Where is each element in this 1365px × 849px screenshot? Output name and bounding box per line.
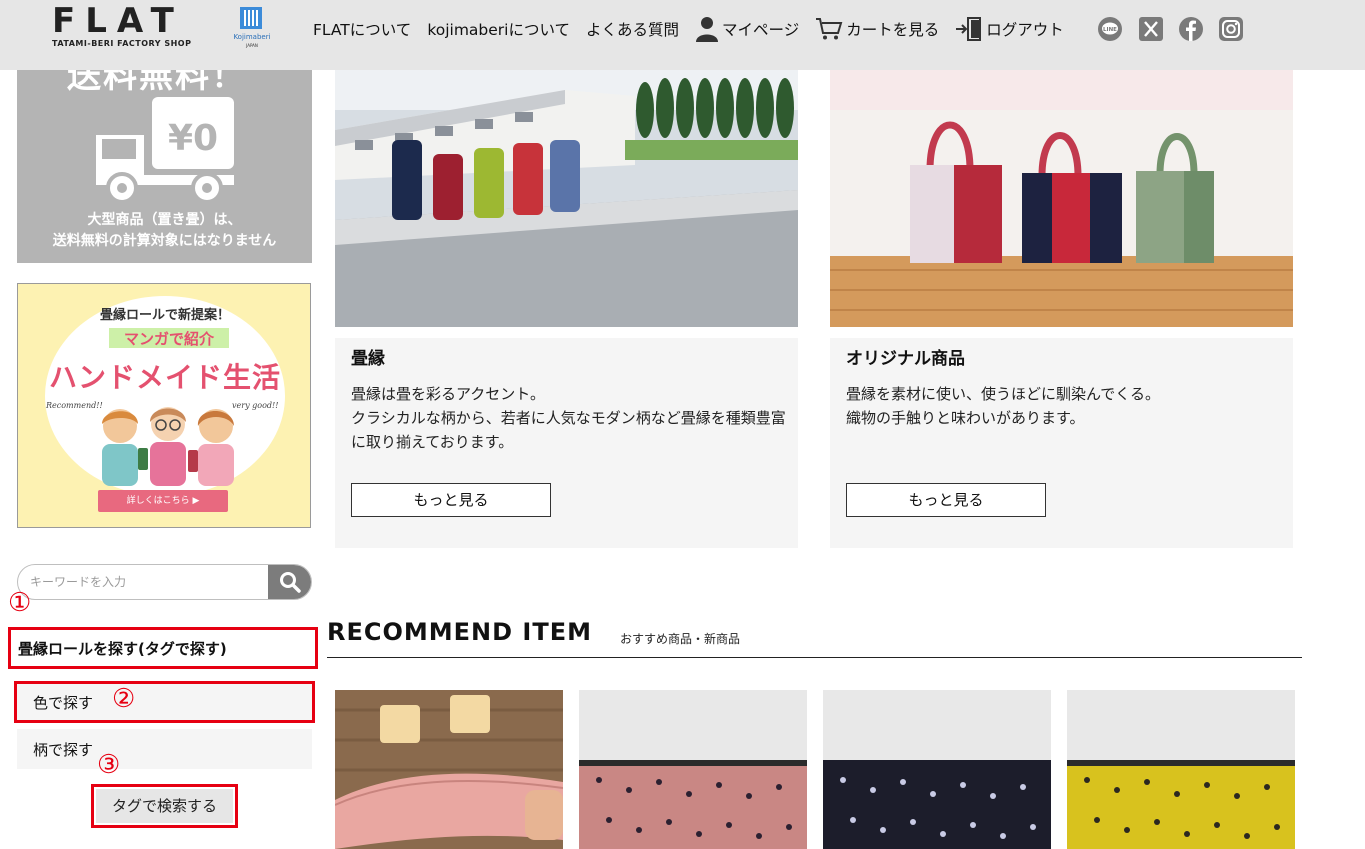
card-description: 畳縁は畳を彩るアクセント。 クラシカルな柄から、若者に人気なモダン柄など畳縁を種… [351,382,791,454]
user-icon [696,17,719,42]
tatamiberi-more-button[interactable]: もっと見る [351,483,551,517]
logo-subtitle: TATAMI-BERI FACTORY SHOP [52,39,192,48]
tatamiberi-category-card: 畳縁 畳縁は畳を彩るアクセント。 クラシカルな柄から、若者に人気なモダン柄など畳… [335,338,798,548]
recommend-product-4[interactable] [1067,690,1295,849]
card-title: 畳縁 [351,349,385,369]
kojimaberi-logo-country: JAPAN [246,43,258,48]
free-shipping-note-line-1: 大型商品（置き畳）は、 [87,212,242,228]
search-by-pattern-label: 柄で探す [33,740,94,759]
search-icon [279,572,301,593]
tag-search-title-label: 畳縁ロールを探す(タグで探す) [18,639,227,658]
nav-cart[interactable]: カートを見る [815,17,939,41]
search-button[interactable] [268,565,311,599]
manga-banner-line-2: マンガで紹介 [109,328,229,348]
logo-text: FLAT [52,1,184,41]
x-icon[interactable] [1138,16,1164,42]
keyword-search-input[interactable] [18,565,269,599]
recommend-product-2[interactable] [579,690,807,849]
line-icon[interactable]: LINE [1097,16,1123,42]
tag-search-title: 畳縁ロールを探す(タグで探す) [8,627,318,669]
recommend-product-1[interactable] [335,690,563,849]
free-shipping-note-line-2: 送料無料の計算対象にはなりません [52,233,277,249]
free-shipping-note: 大型商品（置き畳）は、 送料無料の計算対象にはなりません [17,210,312,252]
kojimaberi-logo-text: Kojimaberi [233,33,271,41]
keyword-search [17,564,312,600]
search-by-tag-button[interactable]: タグで検索する [91,784,238,828]
card-description-line-2: クラシカルな柄から、若者に人気なモダン柄など畳縁を種類豊富に取り揃えております。 [351,409,786,451]
logout-icon [956,17,982,41]
recommend-subheading: おすすめ商品・新商品 [620,632,741,646]
instagram-icon[interactable] [1218,16,1244,42]
original-goods-category-card: オリジナル商品 畳縁を素材に使い、使うほどに馴染んでくる。 織物の手触りと味わい… [830,338,1293,548]
tote-bags-photo [830,70,1293,327]
annotation-3: ③ [97,750,121,780]
manga-characters-illustration [102,407,234,486]
search-by-color[interactable]: 色で探す [14,681,315,723]
search-by-tag-label: タグで検索する [96,789,233,823]
nav-about-kojimaberi[interactable]: kojimaberiについて [427,18,570,40]
nav-label: カートを見る [846,21,940,39]
product-image [1067,690,1295,849]
nav-label: kojimaberiについて [427,21,571,39]
product-image [579,690,807,849]
product-image [335,690,563,849]
manga-details-button[interactable]: 詳しくはこちら ▶ [98,490,228,512]
nav-logout[interactable]: ログアウト [955,16,1064,42]
annotation-1: ① [8,588,32,618]
recommend-product-3[interactable] [823,690,1051,849]
nav-mypage[interactable]: マイページ [695,16,799,42]
nav-about-flat[interactable]: FLATについて [313,18,411,40]
site-header: FLAT TATAMI-BERI FACTORY SHOP Kojimaberi… [0,0,1365,70]
main-nav: FLATについて kojimaberiについて よくある質問 マイページ カート… [313,16,1080,42]
free-shipping-price: ¥0 [168,118,218,159]
card-description-line-2: 織物の手触りと味わいがあります。 [846,409,1085,427]
facebook-icon[interactable] [1178,16,1204,42]
nav-label: よくある質問 [586,21,680,39]
manga-handmade-banner[interactable]: 畳縁ロールで新提案！ マンガで紹介 ハンドメイド生活 Recommend!! v… [17,283,311,528]
original-goods-category-image[interactable] [830,70,1293,327]
flat-logo[interactable]: FLAT TATAMI-BERI FACTORY SHOP [52,4,217,52]
card-title: オリジナル商品 [846,349,965,369]
nav-label: ログアウト [986,21,1064,39]
card-description-line-1: 畳縁を素材に使い、使うほどに馴染んでくる。 [846,385,1160,403]
nav-label: FLATについて [313,21,412,39]
search-by-pattern[interactable]: 柄で探す [17,729,312,769]
cart-icon [816,18,843,40]
nav-faq[interactable]: よくある質問 [586,18,679,40]
kojimaberi-logo[interactable]: Kojimaberi JAPAN [230,7,274,51]
original-goods-more-button[interactable]: もっと見る [846,483,1046,517]
delivery-truck-icon: ¥0 [96,97,234,204]
recommend-heading: RECOMMEND ITEM [327,618,592,646]
manga-banner-line-1: 畳縁ロールで新提案！ [99,308,230,323]
search-by-color-label: 色で探す [33,693,94,712]
product-image [823,690,1051,849]
recommend-divider [327,657,1302,658]
nav-label: マイページ [722,21,800,39]
card-description: 畳縁を素材に使い、使うほどに馴染んでくる。 織物の手触りと味わいがあります。 [846,382,1286,430]
free-shipping-banner[interactable]: 送料無料！ ¥0 大型商品（置き畳）は、 送料無料の計算対象にはなりません [17,70,312,263]
free-shipping-title: 送料無料！ [67,70,247,96]
manga-banner-line-3: ハンドメイド生活 [48,361,281,394]
line-icon-text: LINE [1103,27,1117,33]
tatamiberi-category-image[interactable] [335,70,798,327]
annotation-2: ② [112,684,136,714]
card-description-line-1: 畳縁は畳を彩るアクセント。 [351,385,545,403]
tatamiberi-rolls-photo [335,70,798,327]
kojimaberi-mark-icon [240,7,262,29]
